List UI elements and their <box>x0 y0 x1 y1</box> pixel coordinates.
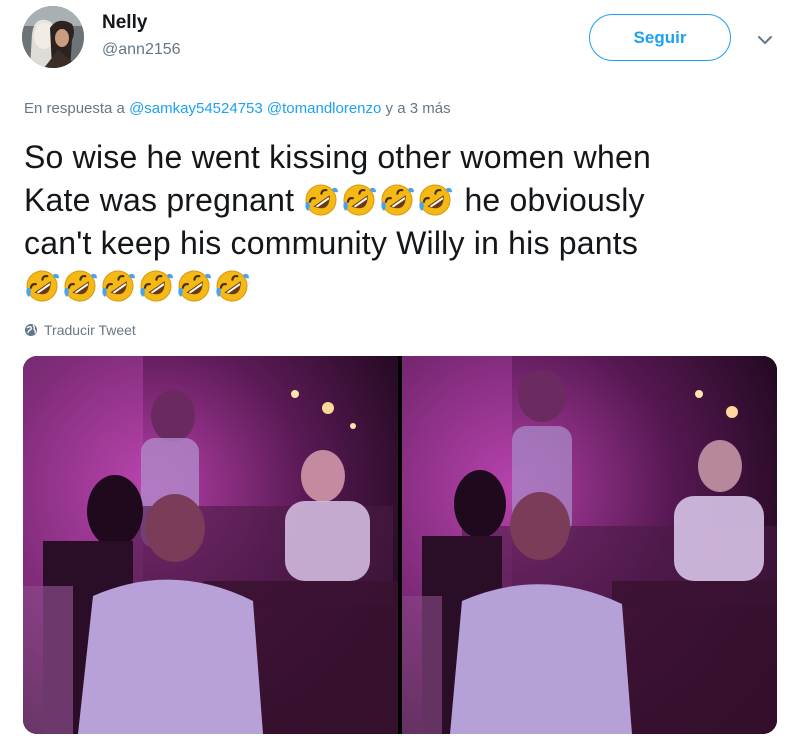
tweet-line: So wise he went kissing other women when <box>24 136 784 179</box>
tweet-line-text: So wise he went kissing other women when <box>24 139 651 175</box>
tweet-text: So wise he went kissing other women when… <box>24 136 784 308</box>
mention-link[interactable]: @tomandlorenzo <box>267 100 381 117</box>
globe-icon <box>25 324 37 336</box>
display-name[interactable]: Nelly <box>102 12 147 34</box>
rolling-on-floor-laughing-icon <box>341 182 377 218</box>
reply-context: En respuesta a @samkay54524753 @tomandlo… <box>24 100 451 117</box>
rolling-on-floor-laughing-icon <box>62 268 98 304</box>
tweet-photo[interactable] <box>402 356 777 734</box>
avatar[interactable] <box>22 6 84 68</box>
rolling-on-floor-laughing-icon <box>100 268 136 304</box>
reply-prefix: En respuesta a <box>24 100 125 117</box>
tweet-line: Kate was pregnant he obviously <box>24 179 784 222</box>
tweet-line-text: Kate was pregnant <box>24 182 295 218</box>
reply-suffix[interactable]: y a 3 más <box>386 100 451 117</box>
rolling-on-floor-laughing-icon <box>417 182 453 218</box>
mention-link[interactable]: @samkay54524753 <box>129 100 263 117</box>
translate-tweet-link[interactable]: Traducir Tweet <box>24 322 136 338</box>
tweet-line <box>24 265 784 308</box>
emoji-group <box>24 268 252 304</box>
chevron-down-icon[interactable] <box>755 30 775 50</box>
rolling-on-floor-laughing-icon <box>303 182 339 218</box>
rolling-on-floor-laughing-icon <box>214 268 250 304</box>
media-grid <box>23 356 777 734</box>
rolling-on-floor-laughing-icon <box>379 182 415 218</box>
user-handle[interactable]: @ann2156 <box>102 41 181 59</box>
tweet-line-text: he obviously <box>464 182 645 218</box>
emoji-group <box>303 182 455 218</box>
rolling-on-floor-laughing-icon <box>24 268 60 304</box>
tweet-line-text: can't keep his community Willy in his pa… <box>24 225 639 261</box>
follow-button[interactable]: Seguir <box>589 14 731 61</box>
rolling-on-floor-laughing-icon <box>138 268 174 304</box>
tweet-line: can't keep his community Willy in his pa… <box>24 222 784 265</box>
rolling-on-floor-laughing-icon <box>176 268 212 304</box>
translate-label[interactable]: Traducir Tweet <box>44 322 136 338</box>
tweet-photo[interactable] <box>23 356 398 734</box>
